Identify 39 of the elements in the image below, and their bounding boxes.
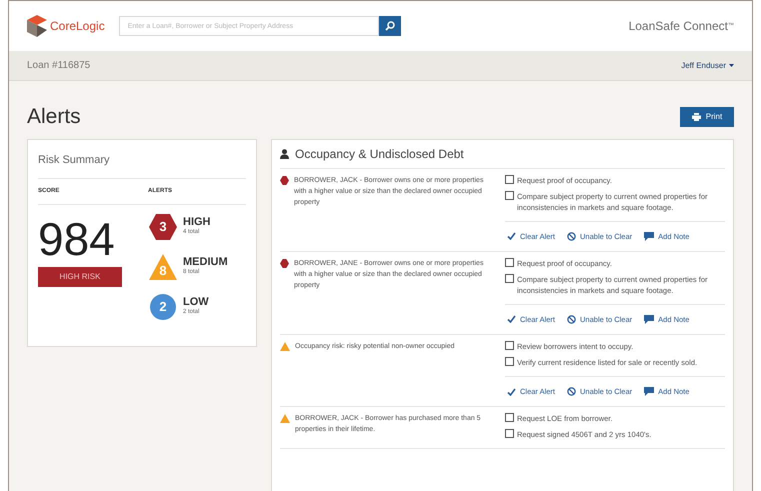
risk-score: 984: [38, 212, 115, 264]
person-icon: [280, 148, 289, 158]
speech-bubble-icon: [644, 232, 654, 241]
alert-count: 3: [159, 218, 167, 236]
panel-title: Occupancy & Undisclosed Debt: [295, 146, 464, 162]
printer-icon: [692, 112, 701, 121]
task-checkbox[interactable]: [505, 357, 514, 366]
speech-bubble-icon: [644, 314, 654, 324]
product-name: LoanSafe Connect$^{™}$: [628, 18, 734, 35]
severity-label: HIGH: [183, 216, 210, 228]
search-button[interactable]: [378, 16, 401, 36]
task-checkbox[interactable]: [505, 190, 514, 200]
user-menu[interactable]: Jeff Enduser: [681, 60, 734, 72]
blocked-circle-icon: [567, 314, 576, 324]
print-button[interactable]: Print: [680, 106, 734, 127]
task-checkbox[interactable]: [505, 413, 514, 422]
loan-number: Loan #116875: [27, 59, 90, 73]
caret-icon: [729, 64, 734, 67]
task-checkbox[interactable]: [505, 341, 514, 350]
checkmark-icon: [507, 232, 516, 240]
blocked-circle-icon: [567, 232, 576, 241]
severity-label: MEDIUM: [183, 256, 228, 268]
checkmark-icon: [507, 315, 516, 324]
page-title: Alerts: [27, 104, 81, 130]
blocked-circle-icon: [567, 387, 576, 396]
task-checkbox[interactable]: [505, 429, 514, 438]
cube-logo-icon: [27, 15, 47, 37]
task-checkbox[interactable]: [505, 174, 514, 184]
card-title: Risk Summary: [38, 154, 110, 166]
search-icon: [384, 21, 395, 31]
speech-bubble-icon: [644, 387, 654, 396]
logo-text: CoreLogic: [50, 18, 105, 35]
alert-count: 8: [159, 262, 167, 280]
severity-label: LOW: [183, 296, 209, 308]
alert-count: 2: [159, 298, 167, 316]
risk-level-badge: HIGH RISK: [38, 266, 122, 286]
task-checkbox[interactable]: [505, 258, 514, 267]
task-checkbox[interactable]: [505, 274, 514, 283]
checkmark-icon: [507, 388, 516, 396]
